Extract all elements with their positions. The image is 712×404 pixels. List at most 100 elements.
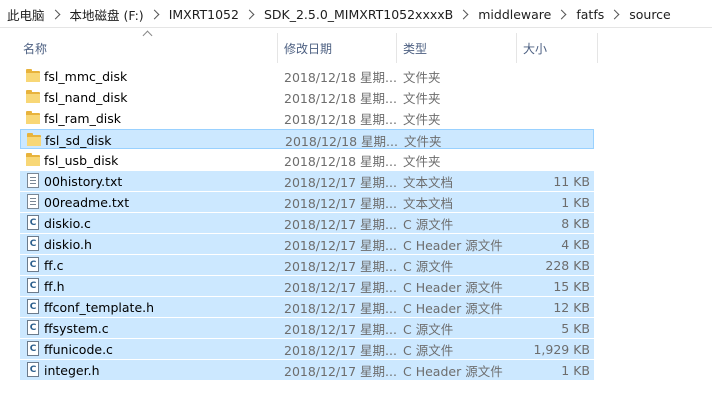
file-modified-date: 2018/12/17 星期...	[284, 174, 397, 190]
file-row[interactable]: Cdiskio.c 2018/12/17 星期... C 源文件 8 KB	[20, 213, 594, 233]
column-header-date[interactable]: 修改日期	[284, 33, 396, 63]
file-name: fsl_ram_disk	[44, 110, 122, 126]
file-modified-date: 2018/12/17 星期...	[284, 300, 397, 316]
file-row[interactable]: Cffunicode.c 2018/12/17 星期... C 源文件 1,929 K…	[20, 339, 594, 359]
file-size: 228 KB	[545, 257, 590, 273]
file-name: diskio.c	[44, 215, 91, 231]
file-name: 00history.txt	[44, 173, 123, 189]
breadcrumb-item-this-pc[interactable]: 此电脑	[6, 5, 46, 24]
file-row[interactable]: Cdiskio.h 2018/12/17 星期... C Header 源文件 4 K…	[20, 234, 594, 254]
column-divider[interactable]	[597, 33, 598, 63]
breadcrumb-item-middleware[interactable]: middleware	[477, 7, 552, 22]
c-file-icon: C	[27, 299, 39, 314]
file-name: ff.h	[44, 278, 65, 294]
column-divider[interactable]	[277, 33, 278, 63]
address-bar[interactable]: 此电脑 本地磁盘 (F:) IMXRT1052 SDK_2.5.0_MIMXRT…	[0, 0, 712, 28]
file-size: 1,929 KB	[533, 341, 590, 357]
file-name: integer.h	[44, 362, 100, 378]
chevron-right-icon[interactable]	[149, 9, 160, 19]
file-size: 15 KB	[553, 278, 590, 294]
file-name: ff.c	[44, 257, 64, 273]
file-type: 文件夹	[403, 69, 441, 85]
file-name: fsl_nand_disk	[44, 89, 128, 105]
file-row[interactable]: Cinteger.h 2018/12/17 星期... C Header 源文件 1 …	[20, 360, 594, 380]
folder-row[interactable]: fsl_nand_disk 2018/12/18 星期... 文件夹	[20, 87, 594, 107]
column-header-size[interactable]: 大小	[523, 33, 595, 63]
file-modified-date: 2018/12/17 星期...	[284, 363, 397, 379]
file-name: 00readme.txt	[44, 194, 130, 210]
column-header-name-label: 名称	[23, 41, 48, 56]
file-size: 1 KB	[561, 194, 590, 210]
file-name: fsl_mmc_disk	[44, 68, 128, 84]
c-file-icon: C	[27, 215, 39, 230]
column-divider[interactable]	[396, 33, 397, 63]
file-modified-date: 2018/12/18 星期...	[284, 69, 397, 85]
file-size: 1 KB	[561, 362, 590, 378]
folder-row[interactable]: fsl_mmc_disk 2018/12/18 星期... 文件夹	[20, 66, 594, 86]
text-file-icon	[27, 173, 39, 188]
file-modified-date: 2018/12/17 星期...	[284, 237, 397, 253]
file-row[interactable]: Cff.c 2018/12/17 星期... C 源文件 228 KB	[20, 255, 594, 275]
file-type: C 源文件	[403, 258, 454, 274]
file-row[interactable]: 00readme.txt 2018/12/17 星期... 文本文档 1 KB	[20, 192, 594, 212]
breadcrumb-item-sdk[interactable]: SDK_2.5.0_MIMXRT1052xxxxB	[263, 7, 454, 22]
file-name: fsl_usb_disk	[44, 152, 119, 168]
file-name: diskio.h	[44, 236, 92, 252]
column-header-size-label: 大小	[523, 41, 548, 56]
folder-icon	[26, 89, 40, 105]
file-type: C 源文件	[403, 216, 454, 232]
file-modified-date: 2018/12/17 星期...	[284, 216, 397, 232]
file-modified-date: 2018/12/18 星期...	[285, 133, 398, 149]
file-modified-date: 2018/12/17 星期...	[284, 321, 397, 337]
folder-row[interactable]: fsl_ram_disk 2018/12/18 星期... 文件夹	[20, 108, 594, 128]
text-file-icon	[27, 194, 39, 209]
breadcrumb-item-source[interactable]: source	[628, 7, 672, 22]
file-modified-date: 2018/12/18 星期...	[284, 90, 397, 106]
file-modified-date: 2018/12/17 星期...	[284, 195, 397, 211]
file-modified-date: 2018/12/18 星期...	[284, 153, 397, 169]
c-file-icon: C	[27, 341, 39, 356]
file-type: 文件夹	[403, 153, 441, 169]
file-type: 文本文档	[403, 195, 454, 211]
file-modified-date: 2018/12/18 星期...	[284, 111, 397, 127]
c-file-icon: C	[27, 236, 39, 251]
column-header-row: 名称 修改日期 类型 大小	[0, 33, 712, 63]
file-row[interactable]: Cffsystem.c 2018/12/17 星期... C 源文件 5 KB	[20, 318, 594, 338]
chevron-right-icon[interactable]	[50, 9, 60, 19]
chevron-right-icon[interactable]	[244, 9, 255, 19]
file-modified-date: 2018/12/17 星期...	[284, 342, 397, 358]
file-size: 8 KB	[561, 215, 590, 231]
file-type: 文本文档	[403, 174, 454, 190]
breadcrumb: 此电脑 本地磁盘 (F:) IMXRT1052 SDK_2.5.0_MIMXRT…	[6, 0, 672, 28]
column-header-type-label: 类型	[403, 41, 428, 56]
file-size: 5 KB	[561, 320, 590, 336]
file-name: ffconf_template.h	[44, 299, 155, 315]
breadcrumb-item-imxrt1052[interactable]: IMXRT1052	[168, 7, 240, 22]
file-row[interactable]: Cff.h 2018/12/17 星期... C Header 源文件 15 KB	[20, 276, 594, 296]
file-type: C Header 源文件	[403, 363, 503, 379]
file-size: 4 KB	[561, 236, 590, 252]
file-type: C 源文件	[403, 321, 454, 337]
file-size: 12 KB	[553, 299, 590, 315]
file-type: 文件夹	[404, 133, 442, 149]
breadcrumb-item-fatfs[interactable]: fatfs	[575, 7, 605, 22]
column-header-type[interactable]: 类型	[403, 33, 515, 63]
c-file-icon: C	[27, 278, 39, 293]
chevron-right-icon[interactable]	[556, 9, 567, 19]
chevron-right-icon[interactable]	[609, 9, 620, 19]
file-type: 文件夹	[403, 111, 441, 127]
column-header-date-label: 修改日期	[284, 41, 333, 56]
file-row[interactable]: 00history.txt 2018/12/17 星期... 文本文档 11 KB	[20, 171, 594, 191]
folder-row[interactable]: fsl_sd_disk 2018/12/18 星期... 文件夹	[20, 129, 594, 149]
file-modified-date: 2018/12/17 星期...	[284, 279, 397, 295]
folder-icon	[26, 110, 40, 126]
column-divider[interactable]	[516, 33, 517, 63]
file-modified-date: 2018/12/17 星期...	[284, 258, 397, 274]
breadcrumb-item-drive[interactable]: 本地磁盘 (F:)	[69, 5, 145, 24]
folder-row[interactable]: fsl_usb_disk 2018/12/18 星期... 文件夹	[20, 150, 594, 170]
folder-icon	[26, 68, 40, 84]
chevron-right-icon[interactable]	[458, 9, 469, 19]
file-type: C 源文件	[403, 342, 454, 358]
file-row[interactable]: Cffconf_template.h 2018/12/17 星期... C Head…	[20, 297, 594, 317]
file-name: ffunicode.c	[44, 341, 113, 357]
